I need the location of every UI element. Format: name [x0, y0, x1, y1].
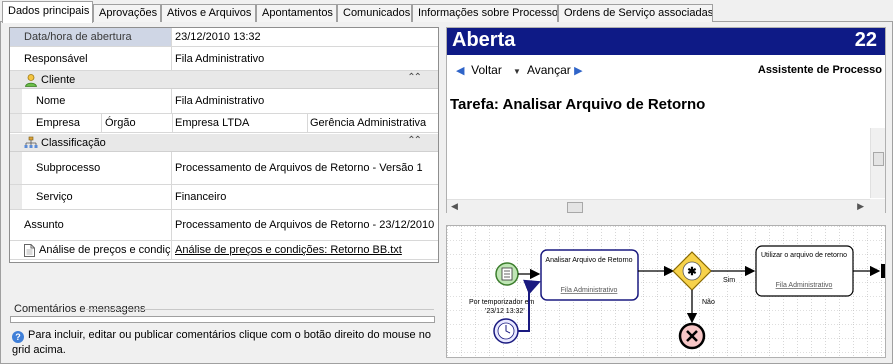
attachment-label: Análise de preços e condiçõ — [39, 244, 172, 256]
vertical-scrollbar[interactable] — [870, 128, 885, 198]
row-responsible[interactable]: Responsável Fila Administrativo — [10, 47, 438, 71]
row-service[interactable]: Serviço Financeiro — [10, 185, 438, 210]
task-title: Tarefa: Analisar Arquivo de Retorno — [450, 96, 706, 113]
attachment-link-cell: Análise de preços e condições: Retorno B… — [173, 241, 438, 259]
yes-label: Sim — [723, 277, 735, 284]
scroll-thumb[interactable] — [873, 152, 884, 166]
scroll-thumb[interactable] — [567, 202, 583, 213]
tab-ordens-servico[interactable]: Ordens de Serviço associadas — [558, 4, 713, 22]
task2-assignee[interactable]: Fila Administrativo — [776, 282, 833, 289]
task-analisar-arquivo[interactable]: Analisar Arquivo de Retorno Fila Adminis… — [540, 249, 639, 301]
category-classificacao[interactable]: Classificação ⌃⌃ — [10, 134, 438, 152]
left-arrow-icon: ◀ — [456, 65, 465, 77]
org-label: Órgão — [102, 114, 173, 132]
comments-hint: ? Para incluir, editar ou publicar coment… — [12, 329, 431, 356]
attachment-label-cell: Análise de preços e condiçõ — [10, 241, 172, 259]
right-arrow-icon: ▶ — [574, 65, 583, 77]
tab-apontamentos[interactable]: Apontamentos — [256, 4, 337, 22]
comments-grid[interactable] — [10, 316, 435, 323]
dropdown-icon: ▼ — [513, 67, 521, 76]
row-name[interactable]: Nome Fila Administrativo — [10, 89, 438, 114]
cliente-category-label: Cliente — [41, 73, 76, 86]
opened-label: Data/hora de abertura — [10, 28, 172, 46]
collapse-icon[interactable]: ⌃⌃ — [407, 72, 422, 83]
status-text: Aberta — [452, 29, 516, 51]
tab-aprovacoes[interactable]: Aprovações — [93, 4, 161, 22]
row-subject[interactable]: Assunto Processamento de Arquivos de Ret… — [10, 210, 438, 241]
company-value: Empresa LTDA — [173, 114, 308, 132]
scroll-right-icon[interactable]: ▶ — [857, 201, 864, 212]
assistant-title: Assistente de Processo — [757, 64, 882, 76]
start-message-event[interactable] — [495, 262, 519, 286]
forward-button[interactable]: ▼ Avançar ▶ — [513, 63, 583, 77]
tab-ativos-arquivos[interactable]: Ativos e Arquivos — [161, 4, 256, 22]
nav-bar: ◀ Voltar ▼ Avançar ▶ Assistente de Proce… — [447, 61, 885, 81]
process-assistant-panel: Aberta 22 ◀ Voltar ▼ Avançar ▶ Assistent… — [446, 27, 886, 214]
user-icon — [24, 73, 38, 87]
responsible-label: Responsável — [10, 47, 172, 70]
help-icon: ? — [12, 331, 24, 343]
scroll-corner — [870, 199, 885, 214]
row-company[interactable]: Empresa Órgão Empresa LTDA Gerência Admi… — [10, 114, 438, 133]
service-label: Serviço — [10, 185, 172, 209]
property-grid[interactable]: Data/hora de abertura 23/12/2010 13:32 R… — [9, 27, 439, 263]
subject-value: Processamento de Arquivos de Retorno - 2… — [175, 219, 435, 231]
tab-dados-principais[interactable]: Dados principais — [2, 1, 93, 23]
document-icon — [24, 243, 35, 257]
tab-informacoes-processo[interactable]: Informações sobre Processo — [412, 4, 558, 22]
process-number: 22 — [854, 29, 877, 51]
subprocess-value: Processamento de Arquivos de Retorno - V… — [175, 162, 423, 174]
scroll-left-icon[interactable]: ◀ — [451, 201, 458, 212]
classificacao-category-label: Classificação — [41, 136, 106, 149]
row-attachment[interactable]: Análise de preços e condiçõ Análise de p… — [10, 241, 438, 260]
row-subprocess[interactable]: Subprocesso Processamento de Arquivos de… — [10, 152, 438, 185]
collapse-icon[interactable]: ⌃⌃ — [407, 135, 422, 146]
task-utilizar-arquivo[interactable]: Utilizar o arquivo de retorno Fila Admin… — [755, 245, 854, 297]
task2-title: Utilizar o arquivo de retorno — [761, 252, 847, 259]
org-value: Gerência Administrativa — [310, 117, 427, 129]
svg-text:✱: ✱ — [687, 266, 696, 278]
comments-divider — [86, 309, 434, 310]
subprocess-label: Subprocesso — [10, 152, 172, 184]
status-header: Aberta 22 — [447, 28, 885, 55]
name-value: Fila Administrativo — [175, 95, 265, 107]
subject-label: Assunto — [10, 210, 172, 240]
opened-value: 23/12/2010 13:32 — [175, 31, 261, 43]
task1-assignee[interactable]: Fila Administrativo — [561, 287, 618, 294]
timer-label-2: '23/12 13:32' — [485, 308, 525, 315]
company-label: Empresa — [10, 114, 102, 132]
no-label: Não — [702, 299, 715, 306]
tab-bar: Dados principais Aprovações Ativos e Arq… — [0, 0, 893, 23]
end-event-icon[interactable] — [678, 322, 706, 350]
hierarchy-icon — [24, 136, 38, 150]
category-cliente[interactable]: Cliente ⌃⌃ — [10, 71, 438, 89]
name-label: Nome — [10, 89, 172, 113]
horizontal-scrollbar[interactable]: ◀ ▶ — [447, 199, 870, 214]
task1-title: Analisar Arquivo de Retorno — [545, 257, 632, 264]
row-opened[interactable]: Data/hora de abertura 23/12/2010 13:32 — [10, 28, 438, 47]
process-diagram[interactable]: Por temporizador em '23/12 13:32' Analis… — [446, 225, 886, 358]
back-button[interactable]: ◀ Voltar — [456, 63, 502, 77]
tab-comunicados[interactable]: Comunicados — [337, 4, 412, 22]
timer-icon[interactable] — [493, 318, 519, 344]
service-value: Financeiro — [175, 191, 227, 203]
timer-label-1: Por temporizador em — [469, 299, 535, 306]
attachment-link[interactable]: Análise de preços e condições: Retorno B… — [175, 244, 402, 256]
responsible-value: Fila Administrativo — [175, 52, 265, 65]
